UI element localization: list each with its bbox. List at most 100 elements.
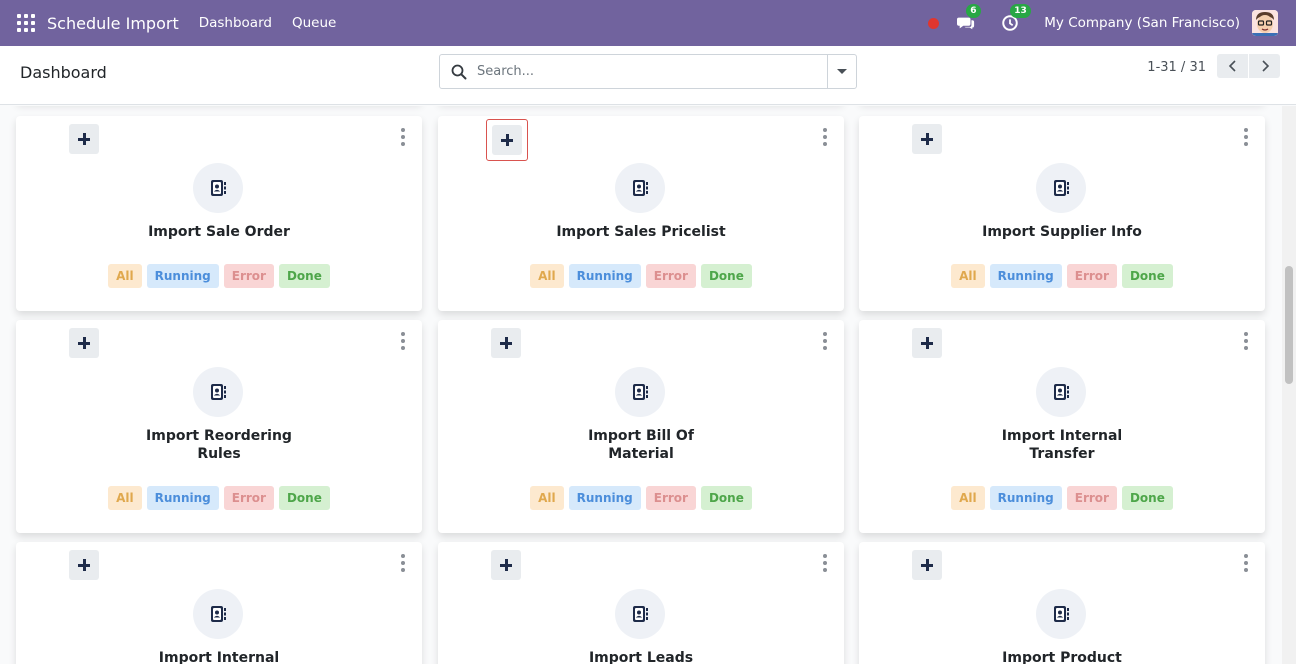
state-running-button[interactable]: Running [568, 264, 641, 288]
state-filters: All Running Error Done [16, 264, 422, 288]
state-all-button[interactable]: All [530, 486, 564, 510]
import-card[interactable]: Import Sale Order All Running Error Done [16, 116, 422, 311]
scrollbar-thumb[interactable] [1285, 266, 1293, 384]
pager-value[interactable]: 1-31 / 31 [1147, 60, 1206, 75]
state-error-button[interactable]: Error [1066, 486, 1117, 510]
apps-grid-icon[interactable] [17, 14, 35, 32]
state-all-button[interactable]: All [951, 264, 985, 288]
recording-indicator-icon[interactable] [928, 17, 940, 29]
app-title[interactable]: Schedule Import [47, 14, 179, 33]
add-import-button[interactable] [912, 550, 942, 580]
card-title[interactable]: Import Leads [458, 649, 824, 664]
state-all-button[interactable]: All [108, 486, 142, 510]
plus-icon [78, 559, 90, 571]
activities-button[interactable]: 13 [1000, 4, 1031, 33]
state-done-button[interactable]: Done [1121, 486, 1173, 510]
state-running-button[interactable]: Running [989, 486, 1062, 510]
state-done-button[interactable]: Done [700, 264, 752, 288]
import-card[interactable]: Import Sales Pricelist All Running Error… [438, 116, 844, 311]
vertical-scrollbar[interactable] [1282, 106, 1296, 664]
card-title[interactable]: Import Product [879, 649, 1245, 664]
card-title[interactable]: Import Sale Order [36, 223, 402, 241]
page-title: Dashboard [20, 63, 107, 82]
card-menu-kebab-icon[interactable] [400, 554, 406, 572]
state-running-button[interactable]: Running [568, 486, 641, 510]
search-icon [451, 64, 467, 79]
card-menu-kebab-icon[interactable] [822, 554, 828, 572]
search-input[interactable] [477, 64, 817, 79]
address-book-icon [1036, 163, 1086, 213]
card-title[interactable]: Import Supplier Info [879, 223, 1245, 241]
card-menu-kebab-icon[interactable] [1243, 554, 1249, 572]
card-menu-kebab-icon[interactable] [1243, 128, 1249, 146]
caret-down-icon [837, 69, 847, 74]
card-title[interactable]: Import Bill Of Material [458, 427, 824, 463]
card-title[interactable]: Import Internal Transfer [879, 427, 1245, 463]
add-import-button[interactable] [486, 119, 528, 161]
state-error-button[interactable]: Error [1066, 264, 1117, 288]
address-book-icon [615, 367, 665, 417]
state-running-button[interactable]: Running [146, 486, 219, 510]
add-import-button[interactable] [491, 550, 521, 580]
add-import-button[interactable] [69, 550, 99, 580]
state-all-button[interactable]: All [951, 486, 985, 510]
import-card[interactable]: Import Reordering Rules All Running Error… [16, 320, 422, 533]
import-card[interactable]: Import Bill Of Material All Running Error… [438, 320, 844, 533]
add-import-button[interactable] [69, 124, 99, 154]
card-menu-kebab-icon[interactable] [822, 332, 828, 350]
import-card[interactable]: Import Internal [16, 542, 422, 664]
address-book-icon [615, 163, 665, 213]
add-import-button[interactable] [491, 328, 521, 358]
state-done-button[interactable]: Done [278, 486, 330, 510]
plus-icon [500, 559, 512, 571]
state-error-button[interactable]: Error [223, 264, 274, 288]
add-import-button[interactable] [69, 328, 99, 358]
state-all-button[interactable]: All [108, 264, 142, 288]
state-filters: All Running Error Done [438, 486, 844, 510]
state-error-button[interactable]: Error [223, 486, 274, 510]
card-title[interactable]: Import Internal [36, 649, 402, 664]
menu-dashboard[interactable]: Dashboard [199, 15, 272, 31]
state-error-button[interactable]: Error [645, 264, 696, 288]
card-menu-kebab-icon[interactable] [400, 128, 406, 146]
state-done-button[interactable]: Done [1121, 264, 1173, 288]
navbar-systray: 6 13 My Company (San Francisco) [928, 0, 1296, 46]
messages-button[interactable]: 6 [956, 4, 981, 33]
pager-next-button[interactable] [1249, 54, 1280, 78]
import-card[interactable]: Import Supplier Info All Running Error D… [859, 116, 1265, 311]
user-avatar[interactable] [1252, 10, 1278, 36]
state-running-button[interactable]: Running [989, 264, 1062, 288]
state-filters: All Running Error Done [438, 264, 844, 288]
card-menu-kebab-icon[interactable] [1243, 332, 1249, 350]
card-title[interactable]: Import Sales Pricelist [458, 223, 824, 241]
search-options-toggle[interactable] [827, 55, 856, 88]
search-box [439, 54, 857, 89]
chevron-left-icon [1228, 60, 1236, 72]
card-menu-kebab-icon[interactable] [822, 128, 828, 146]
avatar-face-icon [1252, 10, 1278, 36]
card-title[interactable]: Import Reordering Rules [36, 427, 402, 463]
state-filters: All Running Error Done [859, 264, 1265, 288]
top-navbar: Schedule Import Dashboard Queue 6 13 My … [0, 0, 1296, 46]
import-card[interactable]: Import Product [859, 542, 1265, 664]
state-filters: All Running Error Done [16, 486, 422, 510]
address-book-icon [193, 367, 243, 417]
state-done-button[interactable]: Done [700, 486, 752, 510]
state-done-button[interactable]: Done [278, 264, 330, 288]
menu-queue[interactable]: Queue [292, 15, 336, 31]
import-card[interactable]: Import Internal Transfer All Running Erro… [859, 320, 1265, 533]
state-running-button[interactable]: Running [146, 264, 219, 288]
state-all-button[interactable]: All [530, 264, 564, 288]
pager-previous-button[interactable] [1217, 54, 1248, 78]
company-switcher[interactable]: My Company (San Francisco) [1044, 15, 1240, 31]
state-error-button[interactable]: Error [645, 486, 696, 510]
address-book-icon [193, 589, 243, 639]
messages-count-badge: 6 [966, 4, 981, 18]
control-panel: Dashboard 1-31 / 31 [0, 46, 1296, 105]
add-import-button[interactable] [912, 124, 942, 154]
card-menu-kebab-icon[interactable] [400, 332, 406, 350]
plus-icon [500, 337, 512, 349]
import-card[interactable]: Import Leads [438, 542, 844, 664]
add-import-button[interactable] [912, 328, 942, 358]
address-book-icon [1036, 589, 1086, 639]
